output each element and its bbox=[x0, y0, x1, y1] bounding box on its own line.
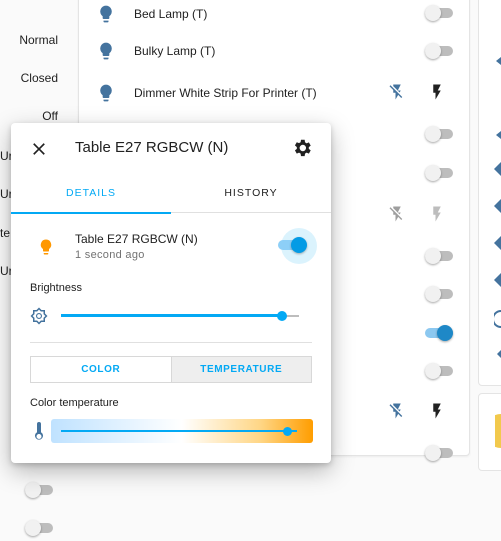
entity-row[interactable]: Bulky Lamp (T) bbox=[96, 39, 215, 63]
diamond-icon bbox=[494, 273, 501, 287]
flash-off-icon[interactable] bbox=[388, 402, 406, 420]
entity-toggle[interactable] bbox=[425, 248, 453, 264]
more-info-dialog: Table E27 RGBCW (N) DETAILS HISTORY Tabl… bbox=[11, 123, 331, 463]
sensor-icon bbox=[496, 131, 501, 139]
state-label: Closed bbox=[20, 71, 58, 85]
entity-toggle[interactable] bbox=[425, 445, 453, 461]
diamond-icon bbox=[494, 199, 501, 213]
tab-history[interactable]: HISTORY bbox=[171, 179, 331, 213]
entity-toggle[interactable] bbox=[25, 520, 53, 536]
state-label: Normal bbox=[19, 33, 58, 47]
entity-toggle[interactable] bbox=[425, 165, 453, 181]
entity-toggle[interactable] bbox=[425, 5, 453, 21]
entity-toggle[interactable] bbox=[425, 325, 453, 341]
brightness-icon bbox=[30, 307, 48, 325]
entity-toggle[interactable] bbox=[425, 43, 453, 59]
color-temperature-slider[interactable] bbox=[51, 419, 313, 443]
entity-toggle[interactable] bbox=[425, 286, 453, 302]
last-changed: 1 second ago bbox=[75, 249, 145, 261]
entity-name: Bulky Lamp (T) bbox=[134, 44, 216, 58]
bulb-icon bbox=[100, 42, 112, 60]
brightness-slider[interactable] bbox=[61, 306, 299, 326]
close-icon[interactable] bbox=[29, 139, 49, 159]
flash-icon[interactable] bbox=[428, 402, 446, 420]
flash-icon[interactable] bbox=[428, 83, 446, 101]
flash-icon[interactable] bbox=[428, 205, 446, 223]
entity-row[interactable]: Bed Lamp (T) bbox=[96, 2, 207, 26]
truncated-label: te bbox=[0, 226, 11, 240]
entity-toggle[interactable] bbox=[25, 482, 53, 498]
color-mode-switch: COLOR TEMPERATURE bbox=[30, 356, 312, 383]
sensor-icon bbox=[496, 57, 501, 65]
color-temperature-label: Color temperature bbox=[30, 397, 119, 409]
entity-name: Bed Lamp (T) bbox=[134, 7, 208, 21]
entity-power-toggle[interactable] bbox=[278, 228, 317, 264]
diamond-icon bbox=[494, 162, 501, 176]
entity-toggle[interactable] bbox=[425, 363, 453, 379]
sun-icon bbox=[495, 414, 501, 448]
entity-row[interactable]: Dimmer White Strip For Printer (T) bbox=[96, 81, 317, 105]
dialog-title: Table E27 RGBCW (N) bbox=[75, 139, 229, 156]
dialog-tabs: DETAILS HISTORY bbox=[11, 179, 331, 214]
temperature-mode-button[interactable]: TEMPERATURE bbox=[170, 357, 311, 382]
color-mode-button[interactable]: COLOR bbox=[31, 357, 171, 382]
entity-toggle[interactable] bbox=[425, 126, 453, 142]
entity-name: Table E27 RGBCW (N) bbox=[75, 232, 198, 246]
hint-icon bbox=[497, 350, 501, 358]
circle-icon bbox=[494, 310, 501, 328]
dialog-header: Table E27 RGBCW (N) bbox=[11, 123, 331, 173]
thermometer-icon bbox=[35, 422, 43, 440]
diamond-icon bbox=[494, 236, 501, 250]
bulb-icon bbox=[40, 239, 52, 255]
divider bbox=[30, 342, 312, 343]
bulb-icon bbox=[100, 5, 112, 23]
state-label: Off bbox=[42, 109, 58, 123]
brightness-label: Brightness bbox=[30, 282, 82, 294]
bulb-icon bbox=[100, 84, 112, 102]
tab-details[interactable]: DETAILS bbox=[11, 179, 171, 214]
flash-off-icon[interactable] bbox=[388, 205, 406, 223]
gear-icon[interactable] bbox=[291, 137, 313, 159]
entity-name: Dimmer White Strip For Printer (T) bbox=[134, 86, 317, 100]
flash-off-icon[interactable] bbox=[388, 83, 406, 101]
